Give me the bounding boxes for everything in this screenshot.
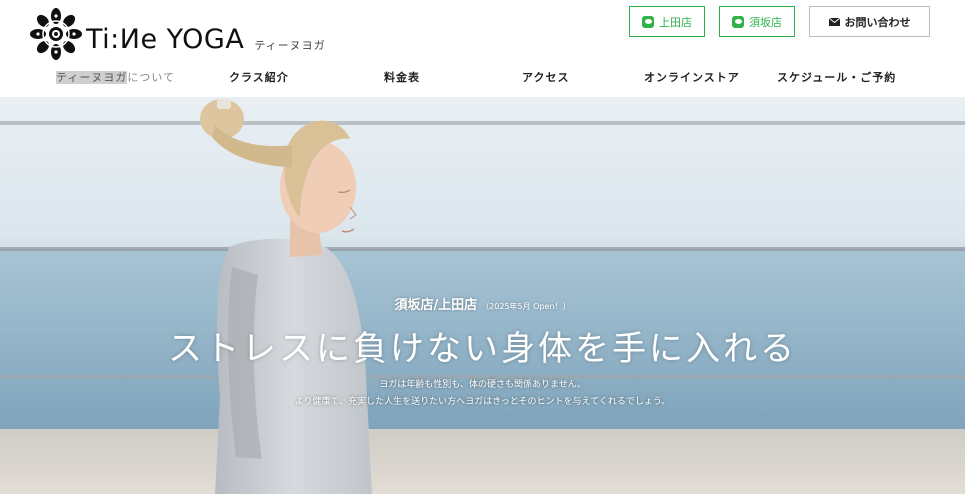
nav-item-schedule[interactable]: スケジュール・ご予約 (777, 66, 896, 90)
line-icon (732, 15, 744, 28)
hero-subtext-2: より健康で、充実した人生を送りたい方へヨガはきっとそのヒントを与えてくれるでしょ… (294, 397, 671, 407)
main-nav: ティーヌヨガについて クラス紹介 料金表 アクセス オンラインストア スケジュー… (0, 66, 965, 90)
hero-store-names: 須坂店/上田店 (394, 298, 478, 313)
site-header: Ti:Иe YOGA ティーヌヨガ 上田店 須坂店 お問い合わせ ティーヌヨガに… (0, 0, 965, 97)
logo-subtitle: ティーヌヨガ (254, 39, 326, 52)
hero-section: 須坂店/上田店 （2025年5月 Open！） ストレスに負けない身体を手に入れる… (0, 97, 965, 494)
nav-item-classes[interactable]: クラス紹介 (229, 66, 289, 90)
hero-copy: 須坂店/上田店 （2025年5月 Open！） ストレスに負けない身体を手に入れる… (0, 97, 965, 494)
mandala-logo-icon (30, 8, 82, 60)
nav-item-online-store[interactable]: オンラインストア (644, 66, 740, 90)
nav-about-highlight: ティーヌヨガ (56, 71, 128, 84)
nav-about-rest: について (127, 71, 176, 84)
hero-subtext-1: ヨガは年齢も性別も、体の硬さも関係ありません。 (379, 380, 586, 390)
contact-button[interactable]: お問い合わせ (809, 6, 930, 37)
ueda-line-button[interactable]: 上田店 (629, 6, 705, 37)
mail-icon (828, 17, 840, 26)
nav-item-access[interactable]: アクセス (522, 66, 569, 90)
ueda-button-label: 上田店 (659, 15, 692, 29)
suzaka-line-button[interactable]: 須坂店 (719, 6, 795, 37)
hero-headline: ストレスに負けない身体を手に入れる (168, 329, 797, 369)
logo-text: Ti:Иe YOGA (86, 23, 245, 55)
hero-stores: 須坂店/上田店 （2025年5月 Open！） (0, 294, 965, 313)
nav-item-about[interactable]: ティーヌヨガについて (56, 66, 175, 90)
hero-open-note: （2025年5月 Open！） (481, 302, 571, 311)
nav-item-pricing[interactable]: 料金表 (384, 66, 420, 90)
contact-button-label: お問い合わせ (844, 15, 911, 29)
line-icon (642, 15, 654, 28)
site-logo[interactable]: Ti:Иe YOGA ティーヌヨガ (30, 6, 326, 62)
suzaka-button-label: 須坂店 (749, 15, 782, 29)
